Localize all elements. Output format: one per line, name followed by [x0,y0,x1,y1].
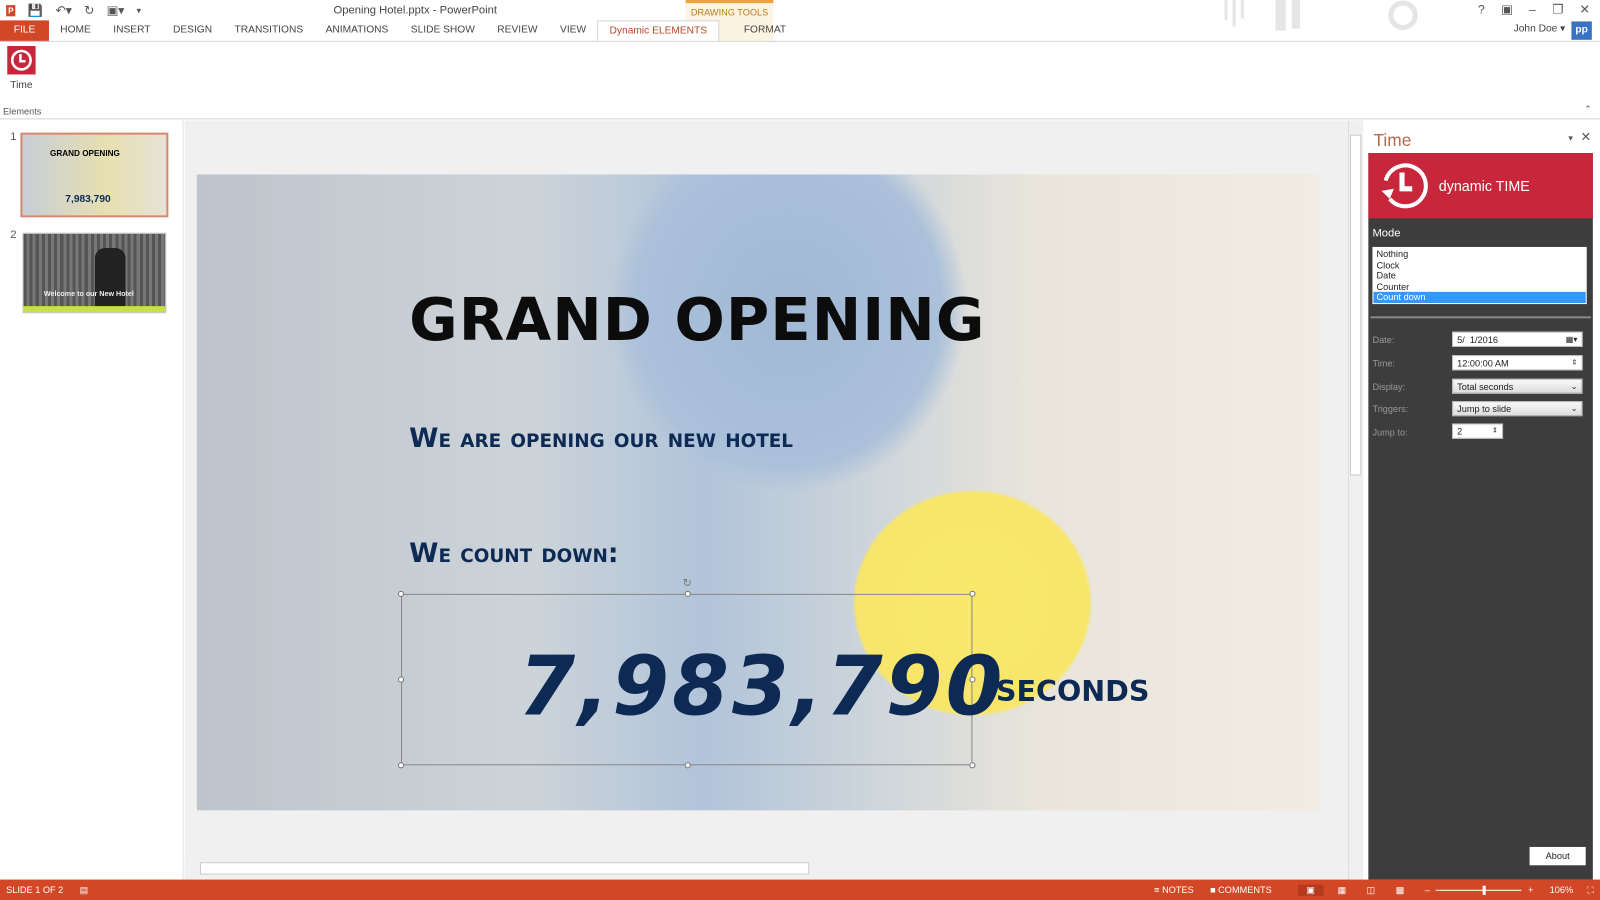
ribbon-display-icon[interactable]: ▣ [1501,2,1513,16]
normal-view-icon[interactable]: ▣ [1298,884,1324,896]
countdown-unit[interactable]: SECONDS [996,674,1150,708]
notes-button[interactable]: ≡ NOTES [1154,885,1194,895]
mode-option-selected[interactable]: Count down [1373,291,1586,303]
countdown-value[interactable]: 7,983,790 [518,639,1005,734]
vertical-scrollbar[interactable] [1347,120,1363,880]
brand-banner: dynamic TIME [1368,153,1593,219]
powerpoint-window: P 💾 ↶▾ ↻ ▣▾ ▾ Opening Hotel.pptx - Power… [0,0,1600,900]
mode-option[interactable]: Nothing [1373,249,1585,260]
help-icon[interactable]: ? [1478,2,1485,16]
reading-view-icon[interactable]: ◫ [1367,884,1376,895]
tab-slide-show[interactable]: SLIDE SHOW [400,20,487,41]
account-avatar[interactable]: pp [1571,21,1592,40]
scroll-thumb[interactable] [1349,134,1362,476]
about-button[interactable]: About [1529,846,1586,866]
time-button[interactable]: Time [6,45,37,91]
person-figure [94,247,126,310]
mode-option[interactable]: Counter [1373,281,1585,292]
display-select[interactable]: Total seconds ⌄ [1452,378,1583,394]
ribbon: Time Elements ⌃ [0,40,1600,120]
tab-home[interactable]: HOME [49,20,102,41]
tab-format[interactable]: FORMAT [719,20,810,41]
rotate-handle-icon[interactable]: ↻ [683,577,692,590]
tab-animations[interactable]: ANIMATIONS [314,20,399,41]
tab-file[interactable]: FILE [0,20,49,42]
zoom-out-icon[interactable]: – [1425,885,1430,895]
slide-canvas[interactable]: GRAND OPENING We are opening our new hot… [196,174,1320,811]
background-pattern [1224,0,1418,31]
tab-dynamic-elements[interactable]: Dynamic ELEMENTS [597,20,720,42]
horizontal-scrollbar[interactable] [184,860,1348,877]
tab-design[interactable]: DESIGN [162,20,224,41]
slideshow-icon[interactable]: ▩ [1396,884,1405,895]
date-picker[interactable]: 5/ 1/2016 ▦▾ [1452,331,1583,347]
minimize-icon[interactable]: – [1529,2,1536,16]
close-icon[interactable]: ✕ [1580,2,1590,16]
countdown-label[interactable]: We count down: [409,539,618,570]
triggers-select[interactable]: Jump to slide ⌄ [1452,401,1583,417]
divider [1370,316,1591,319]
mode-option[interactable]: Clock [1373,260,1585,271]
tab-transitions[interactable]: TRANSITIONS [223,20,314,41]
tab-view[interactable]: VIEW [549,20,598,41]
calendar-dropdown-icon[interactable]: ▦▾ [1566,335,1578,344]
zoom-in-icon[interactable]: + [1528,885,1533,895]
fit-to-window-icon[interactable]: ⛶ [1587,884,1593,895]
chevron-down-icon: ⌄ [1570,404,1578,414]
pane-options-icon[interactable]: ▾ [1568,133,1573,144]
group-label-elements: Elements [3,106,42,117]
slide-sorter-icon[interactable]: ▦ [1338,884,1347,895]
thumbnail-slide-2[interactable]: Welcome to our New Hotel [22,232,167,314]
pane-title: Time [1373,130,1412,150]
status-bar: SLIDE 1 OF 2 ▤ ≡ NOTES ■ COMMENTS ▣ ▦ ◫ … [0,879,1600,900]
pane-body: dynamic TIME Mode Nothing Clock Date Cou… [1368,153,1593,880]
thumbnail-slide-1[interactable]: GRAND OPENING 7,983,790 [20,132,169,218]
zoom-level[interactable]: 106% [1550,885,1574,895]
slide-title[interactable]: GRAND OPENING [409,285,985,354]
pane-close-icon[interactable]: ✕ [1581,130,1591,144]
time-spinner-icon[interactable]: ⇕ [1572,358,1578,366]
slide-thumbnails: 1 GRAND OPENING 7,983,790 2 Welcome to o… [0,120,184,880]
slide-subtitle[interactable]: We are opening our new hotel [409,423,793,454]
user-account[interactable]: John Doe ▾ [1514,23,1566,34]
ribbon-tabs: FILE HOME INSERT DESIGN TRANSITIONS ANIM… [0,20,811,42]
dynamic-time-logo-icon [1381,163,1428,209]
slide-indicator: SLIDE 1 OF 2 [6,884,64,895]
collapse-ribbon-icon[interactable]: ⌃ [1584,104,1592,115]
mode-option[interactable]: Date [1373,270,1585,281]
tab-insert[interactable]: INSERT [102,20,162,41]
comments-button[interactable]: ■ COMMENTS [1210,885,1272,895]
jump-to-stepper[interactable]: 2 ⇕ [1452,423,1504,439]
spell-check-icon[interactable]: ▤ [80,884,89,895]
time-input[interactable]: 12:00:00 AM ⇕ [1452,355,1583,371]
hscroll-thumb[interactable] [199,862,810,875]
time-task-pane: Time ▾ ✕ dynamic TIME Mode Nothing Clock… [1364,120,1600,880]
stepper-arrows-icon[interactable]: ⇕ [1492,427,1498,435]
zoom-slider[interactable] [1436,885,1522,895]
window-controls: ? ▣ – ❐ ✕ [1478,2,1590,16]
restore-icon[interactable]: ❐ [1552,2,1563,16]
tab-review[interactable]: REVIEW [486,20,549,41]
clock-icon [7,45,36,75]
chevron-down-icon: ⌄ [1570,381,1578,391]
mode-listbox[interactable]: Nothing Clock Date Counter Count down [1372,246,1587,305]
